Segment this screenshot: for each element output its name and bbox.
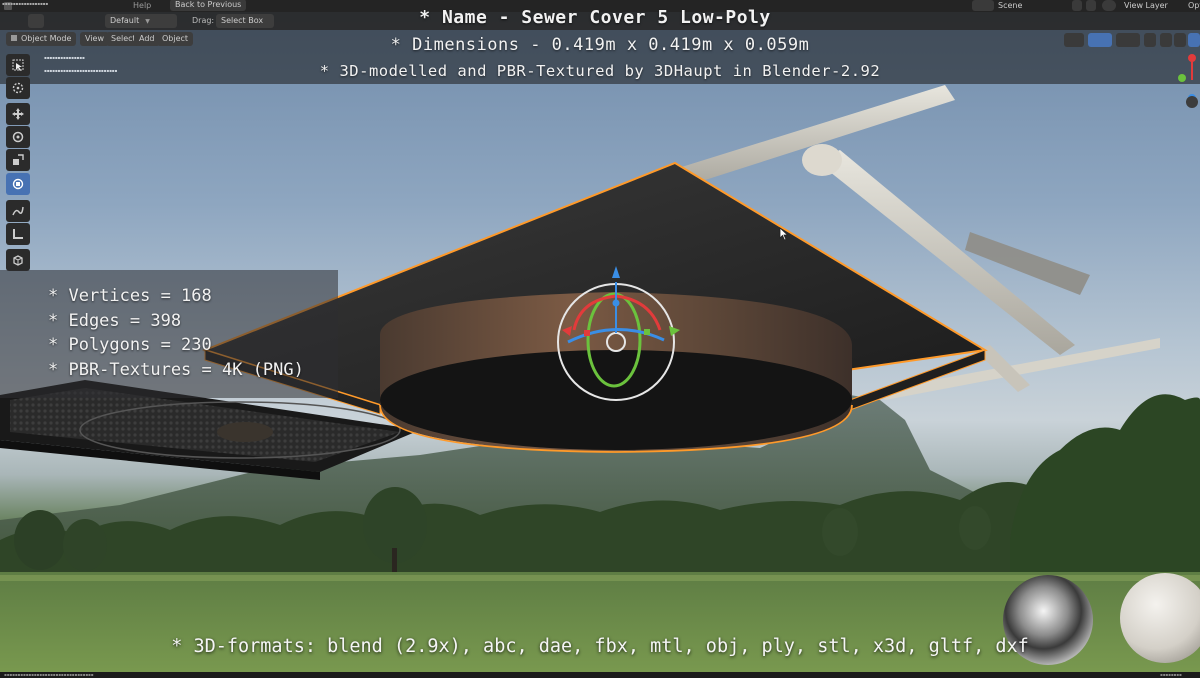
tool-cursor[interactable]: [6, 77, 30, 99]
tool-transform[interactable]: [6, 173, 30, 195]
status-right-text: ▪▪▪▪▪▪▪▪: [1160, 672, 1182, 677]
stat-vertices: * Vertices = 168: [48, 286, 212, 306]
zoom-icon[interactable]: [1186, 96, 1198, 108]
tool-measure[interactable]: [6, 223, 30, 245]
measure-icon: [13, 229, 23, 239]
annotate-icon: [12, 206, 24, 216]
viewport-info-text: ▪▪▪▪▪▪▪▪▪▪▪▪▪▪▪: [44, 55, 85, 60]
overlay-formats-line: * 3D-formats: blend (2.9x), abc, dae, fb…: [171, 636, 1029, 657]
tool-add-cube[interactable]: [6, 249, 30, 271]
scene-info-text: ▪▪▪▪▪▪▪▪▪▪▪▪▪▪▪▪▪: [2, 1, 49, 6]
select-box-icon: [12, 59, 24, 71]
mouse-cursor-icon: [779, 227, 789, 241]
tool-select-box[interactable]: [6, 54, 30, 76]
stat-polygons: * Polygons = 230: [48, 335, 212, 355]
stats-overlay-panel: * Vertices = 168 * Edges = 398 * Polygon…: [0, 270, 338, 398]
move-icon: [12, 108, 24, 120]
status-left-text: ▪▪▪▪▪▪▪▪▪▪▪▪▪▪▪▪▪▪▪▪▪▪▪▪▪▪▪▪▪▪▪▪▪: [4, 672, 94, 677]
tool-scale[interactable]: [6, 149, 30, 171]
add-cube-icon: [13, 255, 23, 266]
viewport-collection-text: ▪▪▪▪▪▪▪▪▪▪▪▪▪▪▪▪▪▪▪▪▪▪▪▪▪▪▪: [44, 68, 118, 73]
overlay-credit-line: * 3D-modelled and PBR-Textured by 3DHaup…: [319, 62, 881, 80]
status-bar: ▪▪▪▪▪▪▪▪▪▪▪▪▪▪▪▪▪▪▪▪▪▪▪▪▪▪▪▪▪▪▪▪▪ ▪▪▪▪▪▪…: [0, 672, 1200, 678]
scale-icon: [13, 154, 24, 165]
stat-textures: * PBR-Textures = 4K (PNG): [48, 360, 304, 380]
cursor-icon: [12, 82, 24, 94]
tool-annotate[interactable]: [6, 200, 30, 222]
overlay-dimensions-line: * Dimensions - 0.419m x 0.419m x 0.059m: [390, 35, 810, 55]
tool-move[interactable]: [6, 103, 30, 125]
rotate-icon: [12, 131, 24, 143]
overlay-name-line: * Name - Sewer Cover 5 Low-Poly: [419, 7, 771, 28]
transform-icon: [12, 178, 24, 190]
tool-rotate[interactable]: [6, 126, 30, 148]
stat-edges: * Edges = 398: [48, 311, 182, 331]
